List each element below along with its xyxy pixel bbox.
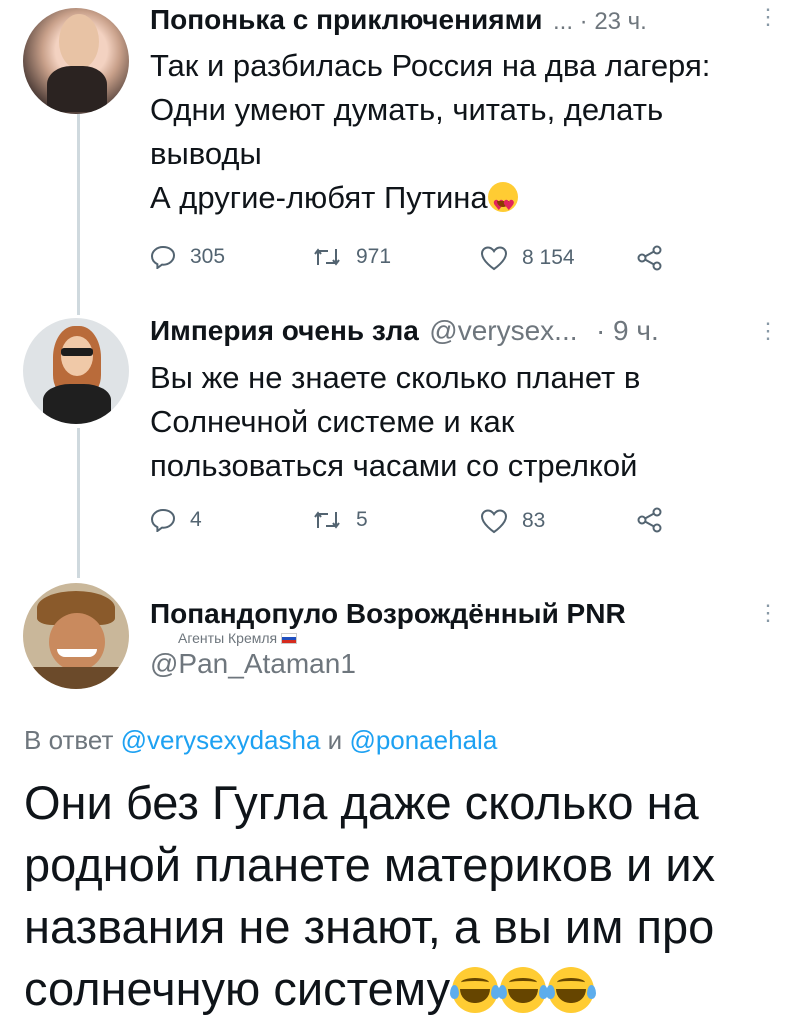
reply-action[interactable]: 305 (150, 245, 225, 269)
avatar[interactable] (23, 583, 129, 689)
author-badge: Агенты Кремля (178, 630, 298, 646)
author-name[interactable]: Попандопуло Возрождённый PNR (150, 598, 626, 630)
like-icon (480, 246, 508, 271)
tweet-text: Вы же не знаете сколько планет в Солнечн… (150, 360, 641, 483)
face-with-tears-of-joy-emoji (546, 967, 597, 1013)
reply-to: В ответ @verysexydasha и @ponaehala (24, 725, 498, 755)
russia-flag-icon (281, 633, 298, 644)
tweet-time: · 9 ч. (595, 315, 659, 346)
reply-count: 305 (190, 245, 226, 268)
thread-line (77, 110, 80, 315)
heart-eyes-emoji (487, 182, 518, 228)
retweet-icon (314, 248, 340, 266)
reply-icon (150, 245, 176, 269)
more-options-icon[interactable]: ⋮ (757, 4, 779, 30)
face-with-tears-of-joy-emoji (498, 967, 549, 1013)
like-count: 8 154 (522, 246, 575, 269)
like-icon (480, 509, 508, 534)
share-icon[interactable] (636, 244, 664, 277)
share-icon[interactable] (636, 506, 664, 539)
author-name[interactable]: Империя очень зла (150, 315, 419, 346)
face-with-tears-of-joy-emoji (450, 967, 501, 1013)
retweet-count: 5 (356, 508, 368, 531)
like-count: 83 (522, 509, 546, 532)
like-action[interactable]: 83 (480, 508, 545, 534)
reply-count: 4 (190, 508, 202, 531)
author-handle[interactable]: @Pan_Ataman1 (150, 648, 356, 680)
tweet-text: Они без Гугла даже сколько на родной пла… (24, 776, 716, 1015)
retweet-count: 971 (356, 245, 392, 268)
avatar[interactable] (23, 318, 129, 424)
like-action[interactable]: 8 154 (480, 245, 575, 271)
more-options-icon[interactable]: ⋮ (757, 600, 779, 626)
mention-link[interactable]: @verysexydasha (121, 725, 321, 755)
reply-icon (150, 508, 176, 532)
mention-link[interactable]: @ponaehala (349, 725, 497, 755)
more-options-icon[interactable]: ⋮ (757, 318, 779, 344)
retweet-action[interactable]: 971 (312, 245, 391, 269)
tweet-text: Так и разбилась Россия на два лагеря: Од… (150, 44, 770, 228)
reply-action[interactable]: 4 (150, 508, 202, 532)
retweet-icon (314, 511, 340, 529)
tweet-meta: ... · 23 ч. (552, 8, 647, 35)
author-handle[interactable]: @verysex... (429, 315, 577, 346)
retweet-action[interactable]: 5 (312, 508, 368, 532)
avatar[interactable] (23, 8, 129, 114)
thread-line (77, 428, 80, 578)
author-name[interactable]: Попонька с приключениями (150, 4, 543, 35)
